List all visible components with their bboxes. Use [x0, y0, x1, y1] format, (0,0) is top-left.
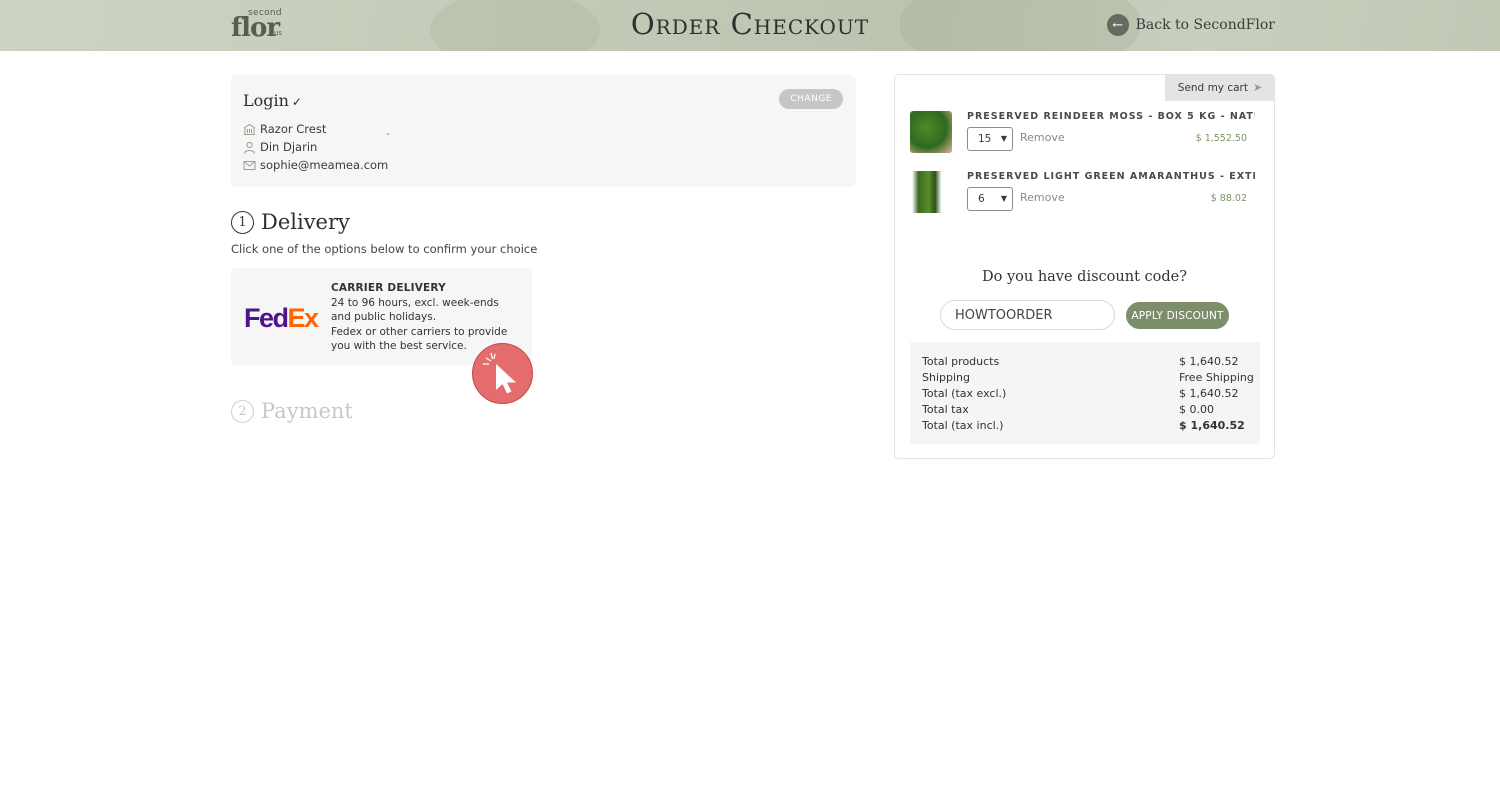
- totals-label: Total products: [922, 355, 1000, 368]
- payment-step-header: 2 Payment: [231, 399, 353, 423]
- totals-label: Total (tax excl.): [922, 387, 1007, 400]
- item-price: $ 88.02: [1210, 193, 1247, 204]
- back-to-shop-link[interactable]: ← Back to SecondFlor: [1106, 14, 1275, 36]
- quantity-select[interactable]: 15 ▼: [967, 127, 1013, 151]
- envelope-icon: [243, 159, 256, 172]
- order-totals: Total products $ 1,640.52 Shipping Free …: [910, 342, 1260, 444]
- company-row: Razor Crest: [243, 122, 326, 136]
- step-number: 2: [231, 399, 254, 423]
- change-login-button[interactable]: CHANGE: [779, 89, 843, 109]
- carrier-title: CARRIER DELIVERY: [331, 282, 446, 294]
- chevron-down-icon: ▼: [1000, 134, 1007, 143]
- delivery-step-header: 1 Delivery: [231, 210, 350, 234]
- send-cart-button[interactable]: Send my cart ➤: [1165, 74, 1275, 101]
- header-bar: second flor us Order Checkout ← Back to …: [0, 0, 1500, 51]
- totals-value: $ 1,640.52: [1179, 387, 1239, 400]
- login-title: Login ✓: [243, 91, 302, 110]
- product-name[interactable]: PRESERVED REINDEER MOSS - BOX 5 KG - NAT…: [967, 111, 1255, 122]
- login-card: Login ✓ CHANGE Razor Crest - Din Djarin s…: [231, 75, 856, 187]
- totals-value: $ 1,640.52: [1179, 355, 1239, 368]
- back-link-label: Back to SecondFlor: [1135, 17, 1275, 33]
- totals-label: Total (tax incl.): [922, 419, 1004, 432]
- building-icon: [243, 123, 256, 136]
- cart-summary-panel: Send my cart ➤ PRESERVED REINDEER MOSS -…: [894, 74, 1275, 459]
- quantity-value: 6: [978, 193, 985, 205]
- product-thumbnail[interactable]: [910, 111, 952, 153]
- delivery-hint: Click one of the options below to confir…: [231, 242, 538, 256]
- fedex-logo: FedEx: [244, 303, 319, 333]
- company-name: Razor Crest: [260, 122, 327, 136]
- chevron-down-icon: ▼: [1000, 194, 1007, 203]
- name-row: Din Djarin: [243, 140, 317, 154]
- totals-value: $ 0.00: [1179, 403, 1214, 416]
- remove-item-link[interactable]: Remove: [1020, 131, 1065, 144]
- product-thumbnail[interactable]: [910, 171, 952, 213]
- checkmark-icon: ✓: [291, 95, 302, 109]
- cursor-arrow-icon: [483, 352, 516, 394]
- customer-email: sophie@meamea.com: [260, 158, 389, 172]
- arrow-left-icon: ←: [1106, 14, 1129, 36]
- item-price: $ 1,552.50: [1195, 133, 1247, 144]
- cart-item: PRESERVED REINDEER MOSS - BOX 5 KG - NAT…: [910, 111, 1255, 156]
- paper-plane-icon: ➤: [1253, 81, 1263, 94]
- carrier-timing: 24 to 96 hours, excl. week-ends and publ…: [331, 296, 499, 324]
- totals-value: Free Shipping: [1179, 371, 1254, 384]
- customer-name: Din Djarin: [260, 140, 318, 154]
- quantity-value: 15: [978, 133, 992, 145]
- step-title: Payment: [261, 399, 353, 423]
- discount-code-input[interactable]: [940, 300, 1115, 330]
- email-row: sophie@meamea.com: [243, 158, 388, 172]
- apply-discount-button[interactable]: APPLY DISCOUNT: [1126, 302, 1229, 329]
- address-placeholder: -: [386, 129, 390, 140]
- send-cart-label: Send my cart: [1177, 81, 1248, 94]
- click-cursor-indicator: [472, 343, 533, 404]
- cart-item: PRESERVED LIGHT GREEN AMARANTHUS - EXTRA…: [910, 171, 1255, 216]
- totals-label: Total tax: [922, 403, 969, 416]
- quantity-select[interactable]: 6 ▼: [967, 187, 1013, 211]
- login-title-text: Login: [243, 91, 289, 110]
- totals-label: Shipping: [922, 371, 970, 384]
- step-title: Delivery: [261, 210, 350, 234]
- carrier-description: CARRIER DELIVERY 24 to 96 hours, excl. w…: [331, 281, 521, 354]
- totals-value: $ 1,640.52: [1179, 419, 1245, 432]
- discount-heading: Do you have discount code?: [981, 269, 1187, 285]
- user-icon: [243, 141, 256, 154]
- page-title: Order Checkout: [630, 7, 870, 41]
- product-name[interactable]: PRESERVED LIGHT GREEN AMARANTHUS - EXTRA: [967, 171, 1255, 182]
- remove-item-link[interactable]: Remove: [1020, 191, 1065, 204]
- step-number: 1: [231, 210, 254, 234]
